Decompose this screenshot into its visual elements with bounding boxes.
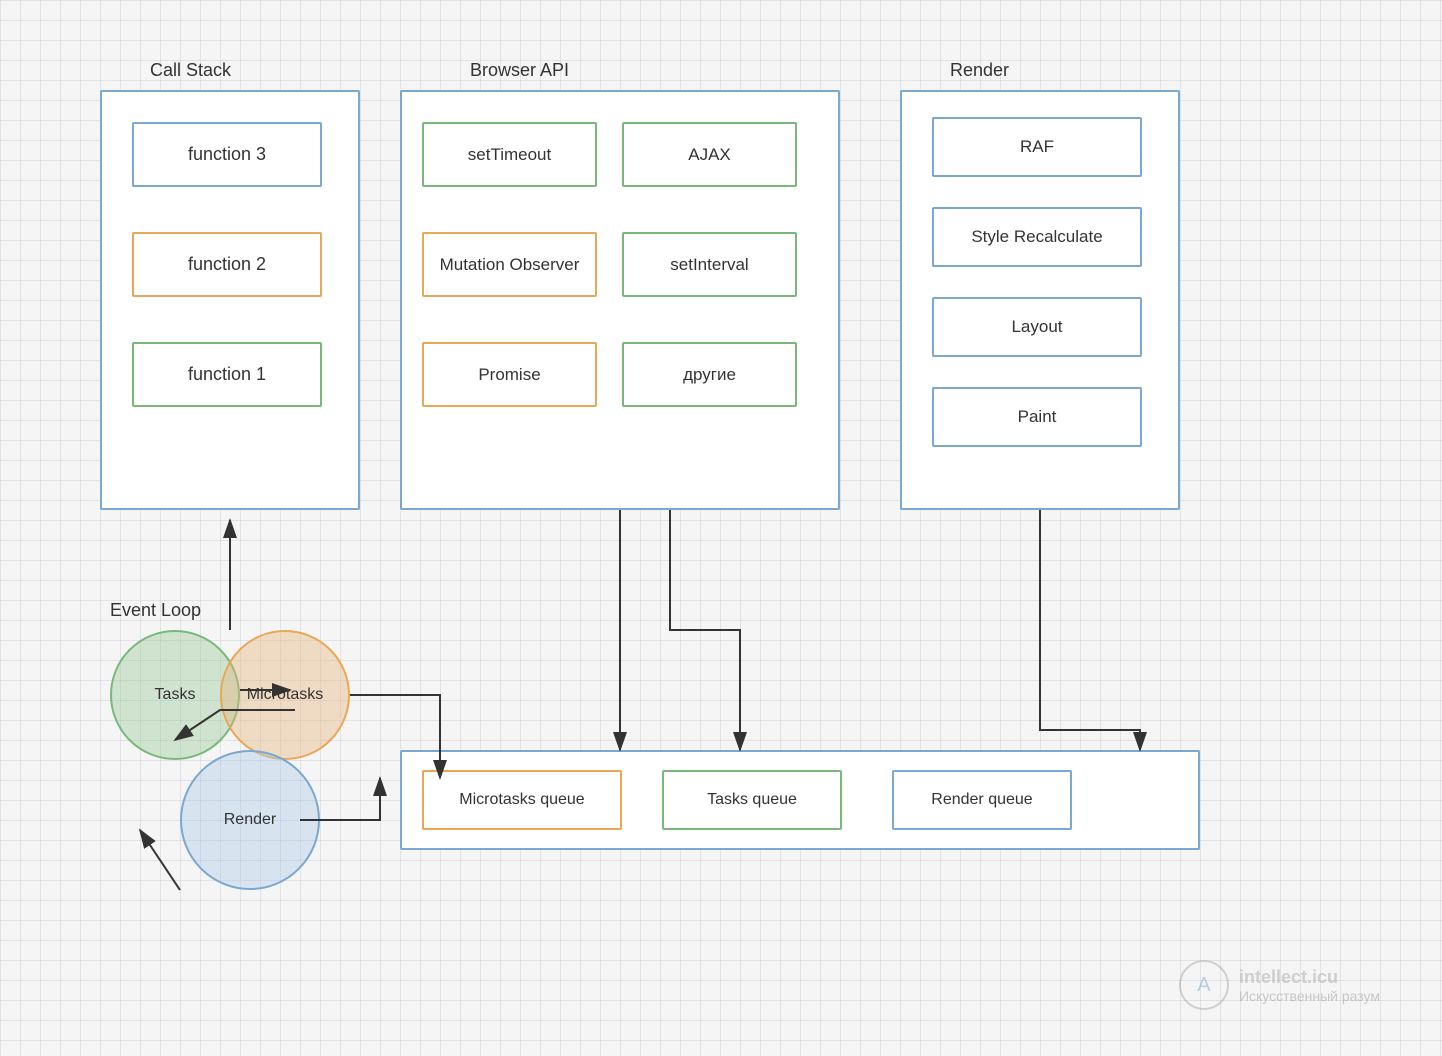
watermark: A intellect.icu Искусственный разум: [1179, 960, 1380, 1010]
render-paint: Paint: [932, 387, 1142, 447]
diagram-container: Call Stack Browser API Render Event Loop…: [60, 30, 1380, 1020]
browserapi-mutationobserver: Mutation Observer: [422, 232, 597, 297]
queue-container: Microtasks queue Tasks queue Render queu…: [400, 750, 1200, 850]
render-style-recalculate: Style Recalculate: [932, 207, 1142, 267]
render-queue: Render queue: [892, 770, 1072, 830]
watermark-text: intellect.icu Искусственный разум: [1239, 967, 1380, 1004]
render-raf: RAF: [932, 117, 1142, 177]
callstack-container: function 3 function 2 function 1: [100, 90, 360, 510]
render-circle: Render: [180, 750, 320, 890]
callstack-item-function1: function 1: [132, 342, 322, 407]
microtasks-circle: Microtasks: [220, 630, 350, 760]
tasks-queue: Tasks queue: [662, 770, 842, 830]
render-label: Render: [950, 60, 1009, 81]
render-layout: Layout: [932, 297, 1142, 357]
browserapi-promise: Promise: [422, 342, 597, 407]
microtasks-queue: Microtasks queue: [422, 770, 622, 830]
watermark-logo: A: [1179, 960, 1229, 1010]
browserapi-label: Browser API: [470, 60, 569, 81]
browserapi-other: другие: [622, 342, 797, 407]
callstack-label: Call Stack: [150, 60, 231, 81]
browserapi-ajax: AJAX: [622, 122, 797, 187]
eventloop-label: Event Loop: [110, 600, 201, 621]
browserapi-setInterval: setInterval: [622, 232, 797, 297]
render-container: RAF Style Recalculate Layout Paint: [900, 90, 1180, 510]
browserapi-setTimeout: setTimeout: [422, 122, 597, 187]
callstack-item-function2: function 2: [132, 232, 322, 297]
browserapi-container: setTimeout AJAX Mutation Observer setInt…: [400, 90, 840, 510]
callstack-item-function3: function 3: [132, 122, 322, 187]
